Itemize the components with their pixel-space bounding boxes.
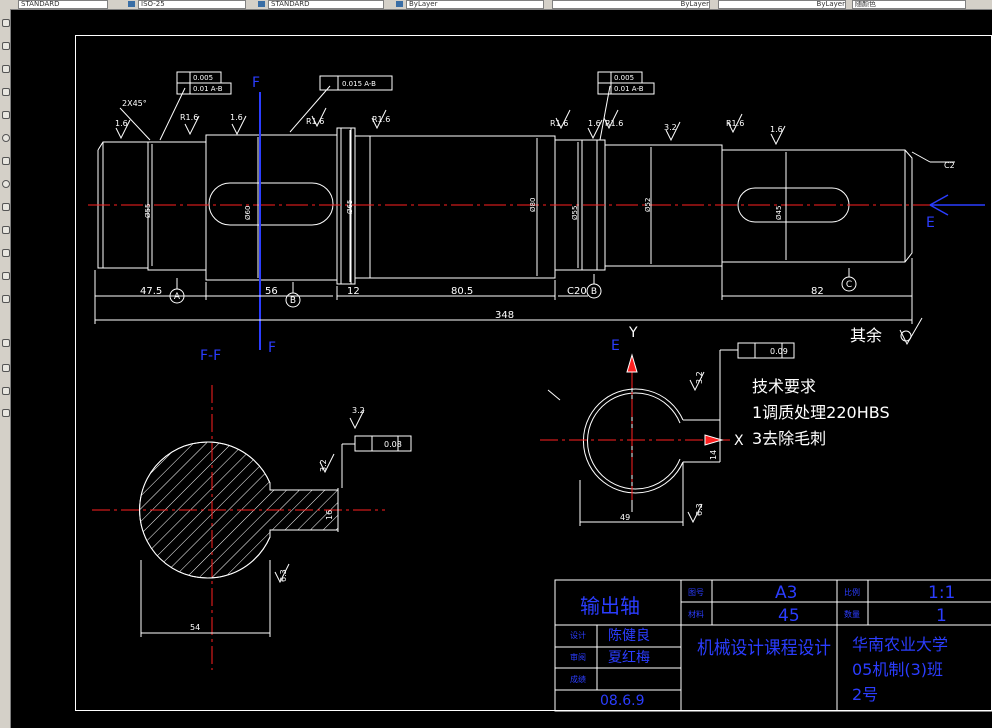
chamfer-left: 2X45°: [122, 99, 147, 108]
scale: 1:1: [928, 583, 955, 603]
qty-label: 数量: [844, 609, 860, 619]
tech-title: 技术要求: [752, 377, 816, 396]
tol-1b: 0.01 A-B: [193, 85, 223, 93]
rough-1: 1.6: [115, 119, 128, 128]
school-name: 华南农业大学: [852, 635, 948, 654]
material: 45: [778, 606, 800, 626]
datum-c: C: [846, 280, 852, 290]
rough-10: R1.6: [726, 119, 744, 128]
datum-a: A: [174, 292, 181, 302]
shaft-outline: [97, 127, 913, 285]
rough-7: 1.6: [588, 119, 601, 128]
e-tol: 0.09: [770, 347, 788, 356]
student-no: 2号: [852, 685, 878, 704]
rough-5: R1.6: [372, 115, 390, 124]
part-name: 输出轴: [580, 594, 640, 618]
drawing-no-label: 图号: [688, 588, 704, 597]
drawing-canvas[interactable]: F F E Ø55 Ø60 Ø65 Ø80 Ø55 Ø52 Ø45 47.5 5…: [0, 0, 992, 728]
view-e-label: E: [926, 215, 935, 231]
scale-label: 比例: [844, 587, 860, 597]
e-rough-32: 3.2: [695, 371, 704, 384]
view-e-arrow: [929, 194, 985, 216]
tol-1a: 0.005: [193, 74, 213, 82]
ff-rough-63: 6.3: [279, 569, 288, 582]
dia-label-5: Ø55: [571, 206, 579, 220]
grade-label: 成绩: [570, 674, 586, 684]
dia-label-4: Ø80: [529, 198, 537, 212]
dia-label-6: Ø52: [644, 198, 652, 212]
rough-3: 1.6: [230, 113, 243, 122]
e-dim-49: 49: [620, 513, 630, 522]
roughness-symbols: [115, 85, 955, 163]
dim-47-5: 47.5: [140, 286, 162, 297]
datum-b2: B: [591, 287, 597, 297]
tech-item-3: 3去除毛刺: [752, 429, 826, 448]
ff-tol: 0.08: [384, 440, 402, 449]
rough-2: R1.6: [180, 113, 198, 122]
axis-y-label: Y: [628, 325, 638, 341]
rough-9: 3.2: [664, 123, 677, 132]
dia-label-2: Ø60: [244, 206, 252, 220]
qty: 1: [936, 606, 947, 626]
reviewer: 夏红梅: [608, 650, 650, 666]
e-dim-14: 14: [709, 450, 718, 460]
dia-label-1: Ø55: [144, 204, 152, 218]
rough-6: R1.6: [550, 119, 568, 128]
course-name: 机械设计课程设计: [697, 638, 831, 659]
drawing-no: A3: [775, 583, 797, 603]
dim-c20: C20: [567, 286, 587, 297]
tolerance-frames: [176, 71, 655, 95]
class-name: 05机制(3)班: [852, 660, 943, 679]
e-rough-63: 6.3: [695, 503, 704, 516]
date: 08.6.9: [600, 693, 645, 709]
ff-dim-16: 16: [325, 510, 334, 520]
section-label-bottom: F: [268, 340, 276, 356]
dim-348: 348: [495, 310, 514, 321]
dim-56: 56: [265, 286, 278, 297]
datum-b: B: [290, 296, 296, 306]
section-label-top: F: [252, 75, 260, 91]
tol-3b: 0.01 A-B: [614, 85, 644, 93]
chamfer-right: C2: [944, 161, 955, 170]
dim-82: 82: [811, 286, 824, 297]
axis-x-label: X: [734, 433, 744, 449]
material-label: 材料: [688, 609, 704, 619]
rest-roughness-label: 其余: [850, 326, 882, 345]
designer-label: 设计: [570, 630, 586, 640]
section-title: F-F: [200, 348, 221, 364]
ff-dim-54: 54: [190, 623, 200, 632]
tol-3a: 0.005: [614, 74, 634, 82]
ff-rough-32: 3.2: [319, 459, 328, 472]
dim-80-5: 80.5: [451, 286, 473, 297]
view-e-top-label: E: [611, 338, 620, 354]
rough-11: 1.6: [770, 125, 783, 134]
tol-2: 0.015 A-B: [342, 80, 376, 88]
dim-12: 12: [347, 286, 360, 297]
dia-label-7: Ø45: [775, 206, 783, 220]
reviewer-label: 审阅: [570, 652, 586, 662]
dia-label-3: Ø65: [346, 200, 354, 214]
section-f-view: [92, 385, 412, 670]
tech-item-1: 1调质处理220HBS: [752, 403, 890, 422]
designer: 陈健良: [608, 627, 650, 644]
rough-4: R1.6: [306, 117, 324, 126]
rough-8: R1.6: [605, 119, 623, 128]
ff-rough-33: 3.2: [352, 406, 365, 415]
